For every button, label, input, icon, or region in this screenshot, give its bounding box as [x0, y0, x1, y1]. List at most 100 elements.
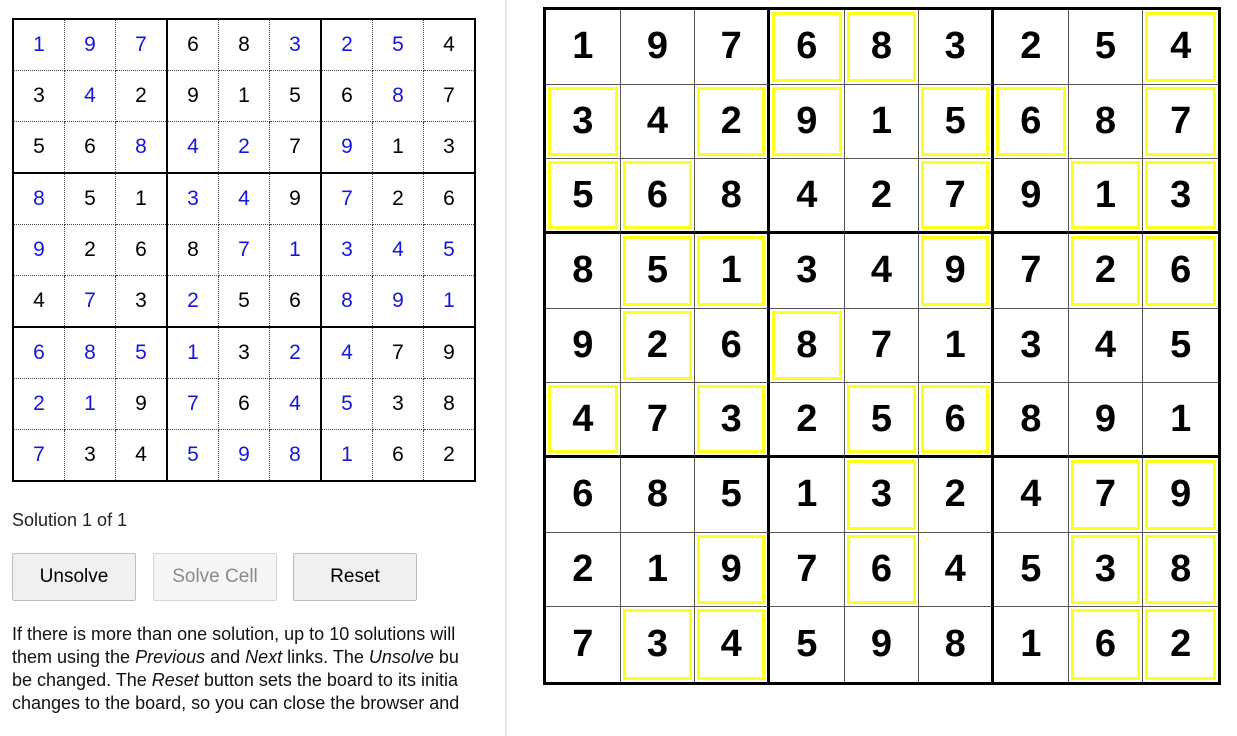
big-grid-cell[interactable]: 8 — [620, 457, 696, 533]
big-grid-cell[interactable]: 3 — [620, 607, 696, 682]
big-grid-cell[interactable]: 7 — [546, 607, 621, 682]
small-grid-cell[interactable]: 6 — [64, 121, 116, 174]
small-grid-cell[interactable]: 7 — [64, 275, 116, 328]
big-grid-cell[interactable]: 4 — [844, 233, 920, 309]
small-grid-cell[interactable]: 3 — [166, 172, 219, 225]
big-grid-cell[interactable]: 9 — [546, 308, 621, 384]
big-grid-cell[interactable]: 9 — [695, 532, 770, 608]
big-grid-cell[interactable]: 4 — [993, 457, 1069, 533]
small-grid-cell[interactable]: 4 — [423, 18, 476, 71]
small-grid-cell[interactable]: 6 — [269, 275, 322, 328]
small-grid-cell[interactable]: 8 — [423, 378, 476, 430]
small-grid-cell[interactable]: 2 — [218, 121, 270, 174]
big-grid-cell[interactable]: 6 — [1143, 233, 1218, 309]
big-grid-cell[interactable]: 1 — [919, 308, 994, 384]
big-grid-cell[interactable]: 3 — [695, 383, 770, 458]
big-grid-cell[interactable]: 7 — [1143, 84, 1218, 160]
small-grid-cell[interactable]: 7 — [269, 121, 322, 174]
big-grid-cell[interactable]: 6 — [695, 308, 770, 384]
big-grid-cell[interactable]: 7 — [695, 10, 770, 85]
big-grid-cell[interactable]: 2 — [1068, 233, 1144, 309]
big-grid-cell[interactable]: 1 — [1068, 159, 1144, 234]
big-grid-cell[interactable]: 2 — [546, 532, 621, 608]
big-grid-cell[interactable]: 2 — [620, 308, 696, 384]
small-grid-cell[interactable]: 1 — [12, 18, 65, 71]
small-grid-cell[interactable]: 3 — [423, 121, 476, 174]
small-grid-cell[interactable]: 2 — [372, 172, 424, 225]
small-grid-cell[interactable]: 2 — [269, 326, 322, 379]
small-grid-cell[interactable]: 9 — [423, 326, 476, 379]
small-grid-cell[interactable]: 8 — [372, 70, 424, 122]
big-grid-cell[interactable]: 1 — [620, 532, 696, 608]
big-grid-cell[interactable]: 5 — [1068, 10, 1144, 85]
big-grid-cell[interactable]: 5 — [546, 159, 621, 234]
big-grid-cell[interactable]: 9 — [919, 233, 994, 309]
big-grid-cell[interactable]: 6 — [769, 10, 845, 85]
small-grid-cell[interactable]: 3 — [218, 326, 270, 379]
big-grid-cell[interactable]: 3 — [919, 10, 994, 85]
big-grid-cell[interactable]: 9 — [1143, 457, 1218, 533]
big-grid-cell[interactable]: 9 — [769, 84, 845, 160]
big-grid-cell[interactable]: 6 — [1068, 607, 1144, 682]
small-grid-cell[interactable]: 9 — [12, 224, 65, 276]
unsolve-button[interactable]: Unsolve — [12, 553, 136, 601]
small-grid-cell[interactable]: 1 — [372, 121, 424, 174]
big-grid-cell[interactable]: 5 — [769, 607, 845, 682]
small-grid-cell[interactable]: 4 — [115, 429, 168, 482]
big-grid-cell[interactable]: 5 — [993, 532, 1069, 608]
big-grid-cell[interactable]: 4 — [1143, 10, 1218, 85]
small-grid-cell[interactable]: 3 — [320, 224, 373, 276]
small-grid-cell[interactable]: 8 — [115, 121, 168, 174]
small-grid-cell[interactable]: 6 — [115, 224, 168, 276]
small-grid-cell[interactable]: 3 — [372, 378, 424, 430]
big-grid-cell[interactable]: 9 — [993, 159, 1069, 234]
big-grid-cell[interactable]: 2 — [919, 457, 994, 533]
big-grid-cell[interactable]: 1 — [993, 607, 1069, 682]
big-grid-cell[interactable]: 1 — [695, 233, 770, 309]
big-grid-cell[interactable]: 5 — [695, 457, 770, 533]
big-grid-cell[interactable]: 1 — [546, 10, 621, 85]
small-grid-cell[interactable]: 7 — [372, 326, 424, 379]
big-grid-cell[interactable]: 3 — [993, 308, 1069, 384]
small-grid-cell[interactable]: 7 — [166, 378, 219, 430]
big-grid-cell[interactable]: 9 — [1068, 383, 1144, 458]
small-grid-cell[interactable]: 8 — [320, 275, 373, 328]
big-grid-cell[interactable]: 9 — [844, 607, 920, 682]
small-grid-cell[interactable]: 9 — [320, 121, 373, 174]
small-grid-cell[interactable]: 8 — [166, 224, 219, 276]
big-grid-cell[interactable]: 3 — [1068, 532, 1144, 608]
big-grid-cell[interactable]: 4 — [1068, 308, 1144, 384]
small-grid-cell[interactable]: 7 — [218, 224, 270, 276]
small-grid-cell[interactable]: 5 — [218, 275, 270, 328]
small-grid-cell[interactable]: 5 — [269, 70, 322, 122]
small-grid-cell[interactable]: 2 — [423, 429, 476, 482]
big-grid-cell[interactable]: 6 — [919, 383, 994, 458]
big-grid-cell[interactable]: 8 — [919, 607, 994, 682]
small-grid-cell[interactable]: 5 — [12, 121, 65, 174]
big-grid-cell[interactable]: 8 — [1068, 84, 1144, 160]
big-grid-cell[interactable]: 5 — [919, 84, 994, 160]
solve-cell-button[interactable]: Solve Cell — [153, 553, 277, 601]
big-grid-cell[interactable]: 4 — [620, 84, 696, 160]
small-grid-cell[interactable]: 6 — [166, 18, 219, 71]
small-grid-cell[interactable]: 9 — [372, 275, 424, 328]
big-grid-cell[interactable]: 1 — [1143, 383, 1218, 458]
reset-button[interactable]: Reset — [293, 553, 417, 601]
small-grid-cell[interactable]: 1 — [218, 70, 270, 122]
small-grid-cell[interactable]: 7 — [115, 18, 168, 71]
big-grid-cell[interactable]: 9 — [620, 10, 696, 85]
big-grid-cell[interactable]: 7 — [620, 383, 696, 458]
big-grid-cell[interactable]: 6 — [844, 532, 920, 608]
big-grid-cell[interactable]: 5 — [1143, 308, 1218, 384]
big-grid-cell[interactable]: 8 — [993, 383, 1069, 458]
small-grid-cell[interactable]: 4 — [320, 326, 373, 379]
small-grid-cell[interactable]: 3 — [269, 18, 322, 71]
small-grid-cell[interactable]: 7 — [320, 172, 373, 225]
small-grid-cell[interactable]: 2 — [64, 224, 116, 276]
small-grid-cell[interactable]: 2 — [115, 70, 168, 122]
big-grid-cell[interactable]: 6 — [993, 84, 1069, 160]
big-grid-cell[interactable]: 2 — [1143, 607, 1218, 682]
small-grid-cell[interactable]: 5 — [320, 378, 373, 430]
big-grid-cell[interactable]: 1 — [844, 84, 920, 160]
big-grid-cell[interactable]: 8 — [1143, 532, 1218, 608]
